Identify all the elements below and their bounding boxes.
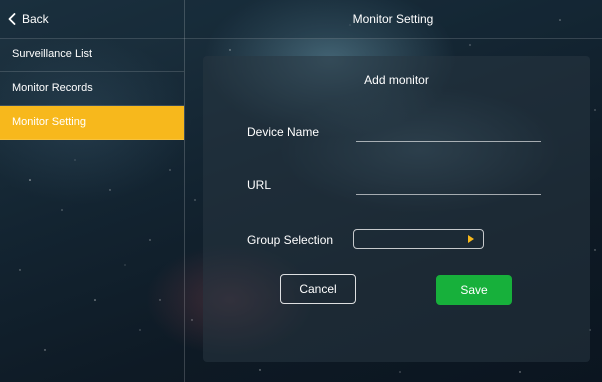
url-field[interactable] [356,173,545,195]
sidebar-divider [184,0,185,382]
url-input[interactable] [356,173,545,193]
device-name-field[interactable] [356,120,545,142]
url-label: URL [247,178,272,192]
sidebar-item-monitor-setting[interactable]: Monitor Setting [0,106,184,140]
sidebar-item-surveillance-list[interactable]: Surveillance List [0,38,184,72]
device-name-label: Device Name [247,125,320,139]
group-selection-label: Group Selection [247,233,334,247]
sidebar: Surveillance List Monitor Records Monito… [0,38,184,140]
save-button[interactable]: Save [436,275,512,305]
cancel-button[interactable]: Cancel [280,274,356,304]
chevron-left-icon [8,13,16,25]
sidebar-item-label: Monitor Setting [12,116,86,128]
sidebar-item-label: Monitor Records [12,82,93,94]
triangle-right-icon [468,235,474,243]
add-monitor-panel: Add monitor Device Name URL Group Select… [203,56,590,362]
group-selection-dropdown[interactable] [353,229,484,249]
panel-title: Add monitor [364,73,429,87]
back-label: Back [22,12,49,26]
sidebar-item-label: Surveillance List [12,48,93,60]
device-name-input[interactable] [356,120,545,140]
back-button[interactable]: Back [8,9,49,29]
sidebar-item-monitor-records[interactable]: Monitor Records [0,72,184,106]
page-title: Monitor Setting [352,12,434,26]
